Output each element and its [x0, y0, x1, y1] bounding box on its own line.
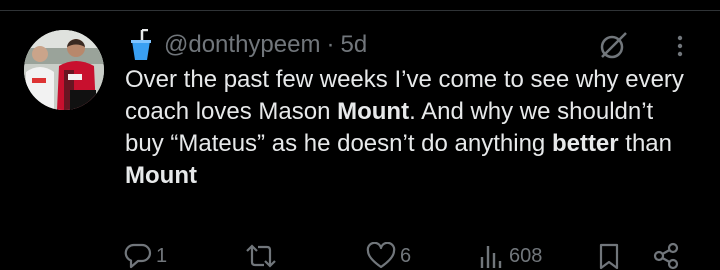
share-icon: [653, 242, 679, 270]
views-button[interactable]: 608: [479, 242, 542, 270]
repost-icon: [246, 244, 276, 268]
reply-icon: [124, 243, 152, 269]
avatar[interactable]: [24, 30, 104, 110]
repost-button[interactable]: [246, 242, 280, 270]
bold-word: better: [551, 130, 619, 157]
grok-icon: [600, 32, 627, 59]
like-count: 6: [400, 244, 412, 267]
heart-icon: [366, 242, 396, 269]
like-button[interactable]: 6: [366, 242, 411, 270]
bookmark-icon: [599, 243, 619, 270]
cup-with-straw-icon: [128, 28, 154, 61]
grok-button[interactable]: [597, 30, 629, 62]
bookmark-button[interactable]: [597, 242, 621, 270]
more-icon: [677, 35, 683, 57]
share-button[interactable]: [652, 242, 680, 270]
separator: ·: [326, 31, 335, 58]
reply-count: 1: [156, 244, 168, 267]
more-button[interactable]: [670, 30, 690, 62]
author-handle[interactable]: @donthypeem: [164, 31, 320, 59]
views-icon: [480, 246, 502, 268]
tweet[interactable]: @donthypeem · 5d Over the past few weeks…: [0, 0, 720, 270]
tweet-text: Over the past few weeks I’ve come to see…: [125, 66, 684, 189]
timestamp[interactable]: 5d: [340, 31, 367, 59]
bold-mention: Mount: [125, 162, 197, 189]
views-count: 608: [509, 244, 543, 267]
bold-mention: Mount: [337, 98, 410, 125]
divider: [0, 10, 720, 11]
reply-button[interactable]: 1: [124, 242, 167, 270]
